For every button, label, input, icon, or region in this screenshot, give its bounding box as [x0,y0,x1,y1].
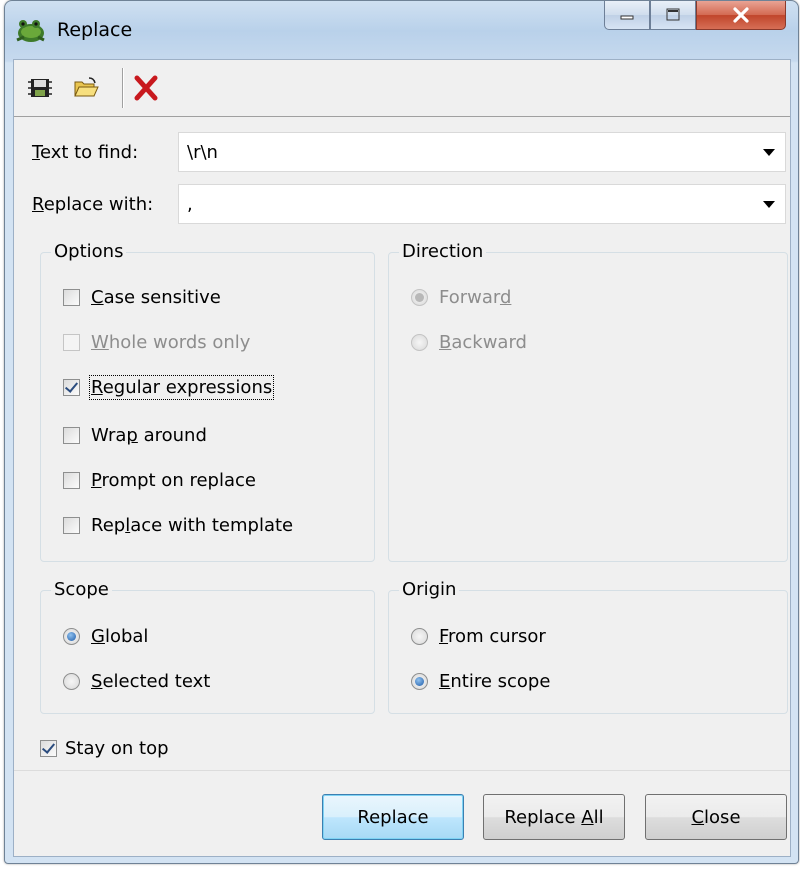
whole-words-only-label: Whole words only [91,332,251,353]
selected-text-radio[interactable]: Selected text [63,671,210,692]
checkbox-box [63,289,80,306]
replace-with-template-checkbox[interactable]: Replace with template [63,515,293,536]
chevron-down-icon[interactable] [763,201,775,208]
title-bar[interactable]: Replace [5,1,798,59]
checkbox-box [63,334,80,351]
dialog-client-area: Text to find: \r\n Replace with: , Optio… [13,59,791,857]
direction-group-title: Direction [399,241,487,262]
replace-all-button[interactable]: Replace All [483,794,625,840]
options-group-title: Options [51,241,127,262]
checkbox-box-checked [63,379,80,396]
replace-with-template-label: Replace with template [91,515,294,536]
prompt-on-replace-label: Prompt on replace [91,470,256,491]
close-button[interactable]: Close [645,794,787,840]
delete-button[interactable] [130,72,162,104]
minimize-button[interactable] [604,1,650,30]
replace-button-label: Replace [357,806,429,828]
global-radio[interactable]: Global [63,626,148,647]
frog-app-icon [16,20,45,42]
checkbox-box [63,517,80,534]
wrap-around-label: Wrap around [91,425,207,446]
replace-with-label: Replace with: [32,194,154,215]
minimize-icon [620,15,634,20]
maximize-icon [666,8,680,21]
radio-button [411,628,428,645]
checkbox-box [63,472,80,489]
whole-words-only-checkbox[interactable]: Whole words only [63,332,250,353]
backward-radio[interactable]: Backward [411,332,527,353]
wrap-around-checkbox[interactable]: Wrap around [63,425,207,446]
window-title: Replace [57,19,133,41]
save-settings-icon [28,79,52,97]
options-group: Options Case sensitive Whole words only … [40,241,375,562]
prompt-on-replace-checkbox[interactable]: Prompt on replace [63,470,256,491]
origin-group: Origin From cursor Entire scope [388,579,788,714]
replace-with-value: , [187,194,193,215]
close-window-button[interactable] [696,1,786,30]
checkbox-box [63,427,80,444]
entire-scope-label: Entire scope [439,671,551,692]
toolbar-separator [122,68,124,108]
global-label: Global [91,626,149,647]
replace-with-combobox[interactable]: , [178,184,786,224]
regular-expressions-checkbox[interactable]: Regular expressions [63,375,275,400]
radio-button [63,673,80,690]
radio-button-selected [411,289,428,306]
close-icon [733,7,749,23]
text-to-find-combobox[interactable]: \r\n [178,132,786,172]
replace-all-button-label: Replace All [504,806,604,828]
scope-group-title: Scope [51,579,112,600]
save-settings-button[interactable] [24,72,56,104]
radio-button-selected [63,628,80,645]
delete-icon [134,75,158,101]
case-sensitive-checkbox[interactable]: Case sensitive [63,287,221,308]
maximize-button[interactable] [650,1,696,30]
from-cursor-label: From cursor [439,626,546,647]
replace-button[interactable]: Replace [322,794,464,840]
open-folder-button[interactable] [70,72,102,104]
radio-button-selected [411,673,428,690]
forward-radio[interactable]: Forward [411,287,511,308]
scope-group: Scope Global Selected text [40,579,375,714]
checkbox-box-checked [40,740,57,757]
caption-buttons [604,1,786,31]
entire-scope-radio[interactable]: Entire scope [411,671,550,692]
case-sensitive-label: Case sensitive [91,287,221,308]
radio-button [411,334,428,351]
backward-label: Backward [439,332,527,353]
chevron-down-icon[interactable] [763,149,775,156]
text-to-find-value: \r\n [187,142,218,163]
replace-dialog-window: Replace Text to find: \r\n Replace with:… [4,0,799,864]
from-cursor-radio[interactable]: From cursor [411,626,546,647]
text-to-find-label: Text to find: [32,142,139,163]
direction-group: Direction Forward Backward [388,241,788,562]
origin-group-title: Origin [399,579,460,600]
toolbar [14,60,790,117]
open-folder-icon [74,77,99,97]
selected-text-label: Selected text [91,671,211,692]
stay-on-top-checkbox[interactable]: Stay on top [40,738,169,759]
button-bar: Replace Replace All Close [14,770,790,857]
stay-on-top-label: Stay on top [65,738,169,759]
regular-expressions-label: Regular expressions [88,375,275,400]
forward-label: Forward [439,287,512,308]
close-button-label: Close [691,806,741,828]
